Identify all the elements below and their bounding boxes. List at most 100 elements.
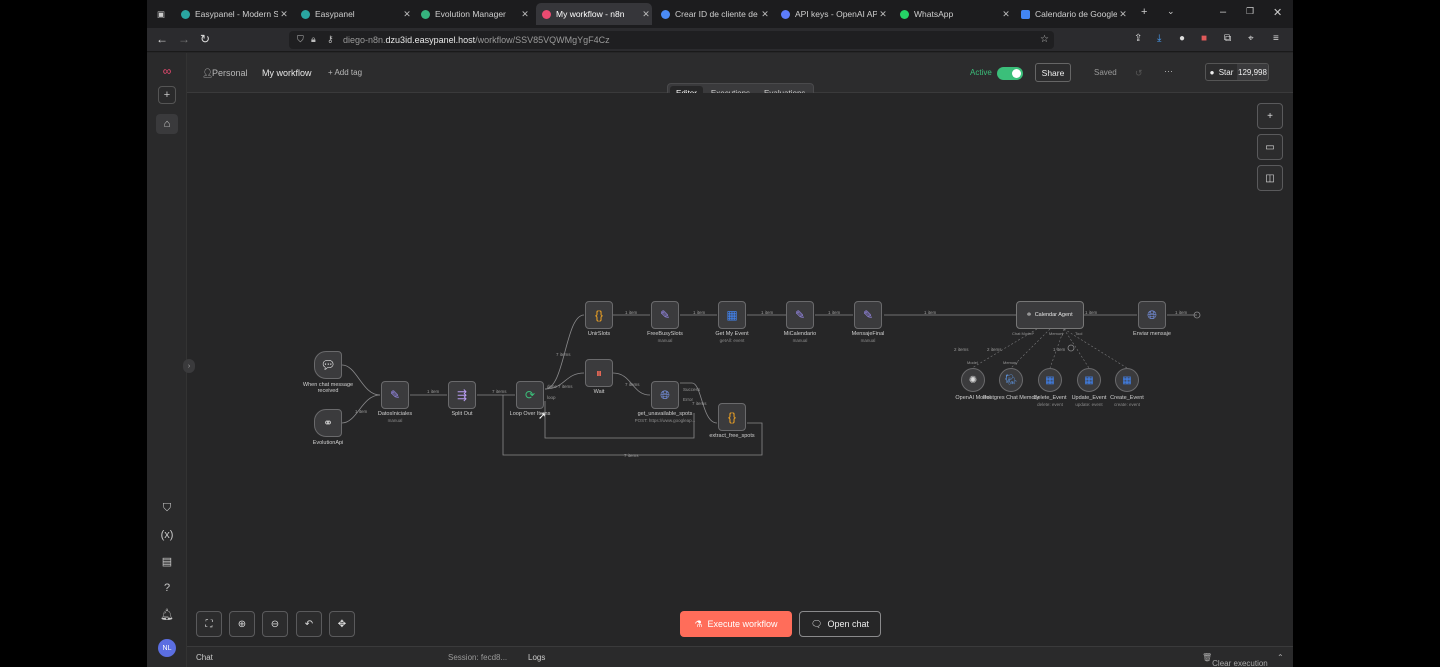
openai-icon	[781, 9, 790, 19]
whatsapp-icon	[900, 9, 909, 19]
calendar-icon: ▦	[1045, 374, 1055, 386]
node-mi-calendario[interactable]: ✎	[786, 301, 814, 329]
insights-icon[interactable]: ▤	[156, 551, 178, 571]
forward-icon[interactable]: →	[178, 32, 190, 46]
notifications-icon[interactable]: 🔔︎	[156, 604, 178, 624]
close-icon[interactable]: ✕	[877, 9, 889, 20]
add-icon[interactable]: +	[158, 86, 176, 104]
close-window-icon[interactable]: ✕	[1273, 6, 1282, 19]
shield-icon: ⛉	[297, 34, 304, 44]
home-icon[interactable]: ⌂	[156, 114, 178, 134]
n8n-logo-icon[interactable]: ∞	[156, 61, 178, 81]
node-mensaje-final[interactable]: ✎	[854, 301, 882, 329]
node-extract-free-spots[interactable]: {}	[718, 403, 746, 431]
restore-icon[interactable]: ❐	[1246, 6, 1254, 17]
download-icon[interactable]: ⤓	[1157, 33, 1161, 44]
node-unir-slots[interactable]: {}	[585, 301, 613, 329]
zoom-in-icon[interactable]: ⊕	[229, 611, 255, 637]
n8n-icon	[542, 9, 551, 19]
zoom-out-icon[interactable]: ⊖	[262, 611, 288, 637]
open-chat-button[interactable]: 🗨︎ Open chat	[799, 611, 881, 637]
close-icon[interactable]: ✕	[278, 9, 290, 20]
expand-sidebar-icon[interactable]: ›	[183, 359, 195, 373]
node-postgres-memory[interactable]: 🐘︎	[999, 368, 1023, 392]
node-wait[interactable]: ⏸	[585, 359, 613, 387]
close-icon[interactable]: ✕	[401, 9, 413, 20]
node-enviar-mensaje[interactable]: 🌐︎	[1138, 301, 1166, 329]
postgres-icon: 🐘︎	[1004, 374, 1018, 386]
node-create-event[interactable]: ▦	[1115, 368, 1139, 392]
extension-icon[interactable]: ⇪	[1134, 33, 1142, 44]
collapse-panel-icon[interactable]: ⌃	[1277, 653, 1284, 662]
calendar-icon: ▦	[1084, 374, 1094, 386]
sidebar: ∞ + ⌂ ⛉ (x) ▤ ? 🔔︎ NL	[147, 53, 187, 667]
close-icon[interactable]: ✕	[1117, 9, 1129, 20]
profile-extension-icon[interactable]: ●	[1179, 33, 1185, 44]
tab-evolution-manager[interactable]: Evolution Manager ✕	[415, 3, 531, 25]
tab-actions-icon[interactable]: ▣	[151, 3, 173, 25]
webhook-icon: ⚭	[322, 416, 334, 430]
node-get-unavailable-spots[interactable]: 🌐︎	[651, 381, 679, 409]
add-tag-button[interactable]: + Add tag	[328, 68, 362, 77]
node-loop-over-items[interactable]: ⟳	[516, 381, 544, 409]
workflow-canvas[interactable]: 1 item 1 item 7 items 7 items done loop …	[183, 93, 1293, 648]
tab-api-keys[interactable]: API keys - OpenAI API ✕	[775, 3, 889, 25]
menu-icon[interactable]: ≡	[1273, 33, 1279, 44]
execute-workflow-button[interactable]: ⚗ Execute workflow	[680, 611, 792, 637]
close-icon[interactable]: ✕	[640, 9, 652, 20]
minimize-icon[interactable]: –	[1220, 6, 1226, 18]
tab-list-icon[interactable]: ⌄	[1167, 6, 1175, 17]
easypanel-icon	[181, 9, 190, 19]
fit-view-icon[interactable]: ⛶	[196, 611, 222, 637]
node-openai-model[interactable]: ✺	[961, 368, 985, 392]
back-icon[interactable]: ←	[156, 32, 168, 46]
tab-whatsapp[interactable]: WhatsApp ✕	[894, 3, 1012, 25]
project-breadcrumb[interactable]: Personal	[212, 68, 248, 78]
variables-icon[interactable]: (x)	[156, 525, 178, 545]
tab-my-workflow[interactable]: My workflow - n8n ✕	[536, 3, 652, 25]
puzzle-icon[interactable]: ⧉	[1224, 33, 1231, 44]
screenshot-icon[interactable]: ⌖	[1248, 33, 1254, 44]
github-star-button[interactable]: ● Star 129,998	[1205, 63, 1269, 81]
tab-google-calendar[interactable]: Calendario de Google - a✕	[1015, 3, 1129, 25]
help-icon[interactable]: ?	[156, 578, 178, 598]
node-evolution-api[interactable]: ⚭	[314, 409, 342, 437]
pencil-icon: ✎	[659, 308, 671, 322]
node-free-busy-slots[interactable]: ✎	[651, 301, 679, 329]
browser-window: ▣ Easypanel - Modern Serve✕ Easypanel✕ E…	[147, 0, 1293, 667]
tab-easypanel[interactable]: Easypanel ✕	[295, 3, 413, 25]
code-icon: {}	[594, 308, 603, 322]
templates-icon[interactable]: ⛉	[156, 498, 178, 518]
node-split-out[interactable]: ⇶	[448, 381, 476, 409]
new-tab-icon[interactable]: +	[1141, 6, 1147, 18]
share-button[interactable]: Share	[1035, 63, 1071, 82]
close-icon[interactable]: ✕	[759, 9, 771, 20]
more-options-button[interactable]: ···	[1164, 66, 1173, 76]
sticky-note-icon[interactable]: ▭	[1257, 134, 1283, 160]
node-update-event[interactable]: ▦	[1077, 368, 1101, 392]
add-node-icon[interactable]: +	[1257, 103, 1283, 129]
toggle-panel-icon[interactable]: ◫	[1257, 165, 1283, 191]
avatar[interactable]: NL	[158, 639, 176, 657]
tidy-up-icon[interactable]: ✥	[329, 611, 355, 637]
node-datos-iniciales[interactable]: ✎	[381, 381, 409, 409]
node-calendar-agent[interactable]: 🤖︎ Calendar Agent	[1016, 301, 1084, 329]
tab-easypanel-modern[interactable]: Easypanel - Modern Serve✕	[175, 3, 290, 25]
logs-panel-tab[interactable]: Logs	[528, 653, 545, 662]
reload-icon[interactable]: ↻	[200, 32, 210, 46]
extension-badge-icon[interactable]: ■	[1201, 33, 1207, 44]
url-field[interactable]: ⛉ 🔒︎ ⚷ diego-n8n. dzu3id.easypanel.host/w…	[289, 31, 1054, 49]
tab-crear-id[interactable]: Crear ID de cliente de OA✕	[655, 3, 771, 25]
bookmark-star-icon[interactable]: ☆	[1040, 34, 1049, 45]
node-delete-event[interactable]: ▦	[1038, 368, 1062, 392]
active-toggle[interactable]	[997, 67, 1023, 80]
node-get-my-event[interactable]: ▦	[718, 301, 746, 329]
close-icon[interactable]: ✕	[519, 9, 531, 20]
chat-panel-tab[interactable]: Chat	[196, 653, 213, 662]
clear-execution-button[interactable]: 🗑︎ Clear execution	[1202, 653, 1268, 667]
node-chat-trigger[interactable]: 💬︎	[314, 351, 342, 379]
undo-icon[interactable]: ↶	[296, 611, 322, 637]
close-icon[interactable]: ✕	[1000, 9, 1012, 20]
undo-history-icon[interactable]: ↺	[1135, 68, 1143, 79]
workflow-name[interactable]: My workflow	[262, 68, 312, 78]
